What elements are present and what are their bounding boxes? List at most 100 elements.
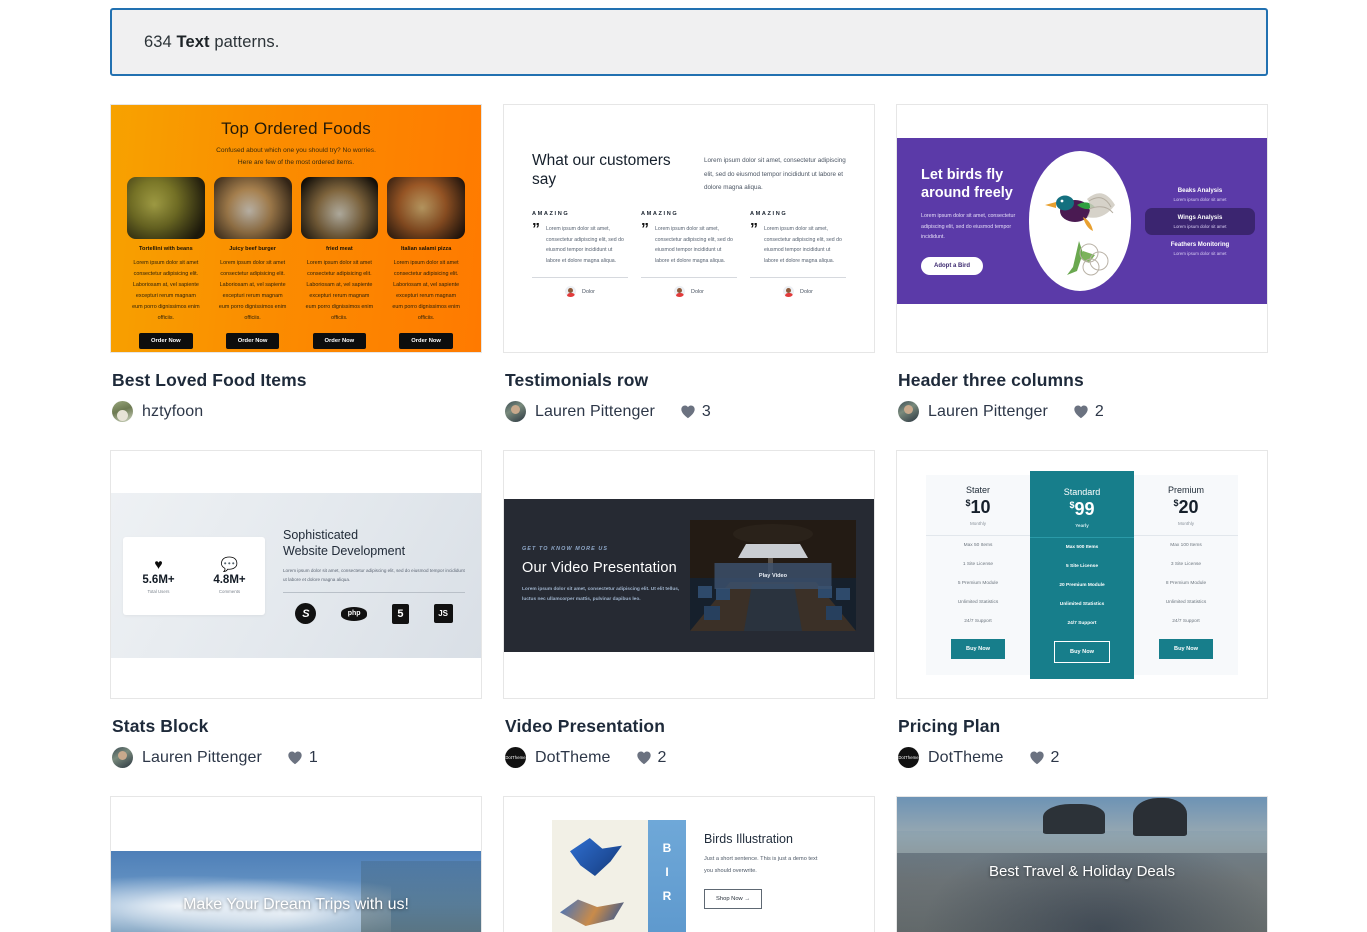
- pattern-title[interactable]: Testimonials row: [505, 370, 875, 391]
- sass-icon: S: [295, 603, 317, 625]
- avatar: [112, 747, 133, 768]
- pattern-thumbnail-food[interactable]: Top Ordered Foods Confused about which o…: [110, 104, 482, 353]
- like-group[interactable]: 1: [287, 749, 318, 767]
- buy-now-button[interactable]: Buy Now: [1054, 640, 1110, 663]
- pattern-byline: hztyfoon: [112, 401, 482, 422]
- video-preview: GET TO KNOW MORE US Our Video Presentati…: [504, 499, 874, 652]
- pattern-title[interactable]: Best Loved Food Items: [112, 370, 482, 391]
- pattern-thumbnail-bird-header[interactable]: Let birds fly around freely Lorem ipsum …: [896, 104, 1268, 353]
- pattern-author[interactable]: DotTheme: [928, 749, 1004, 767]
- plan-name: Stater: [965, 484, 990, 495]
- results-count-number: 634: [144, 32, 172, 51]
- results-count-banner: 634 Text patterns.: [110, 8, 1268, 76]
- plan-price: $99: [1030, 500, 1134, 518]
- pattern-author[interactable]: Lauren Pittenger: [142, 749, 262, 767]
- pattern-directory-page: 634 Text patterns. Top Ordered Foods Con…: [0, 0, 1367, 932]
- like-group[interactable]: 2: [1073, 403, 1104, 421]
- pricing-plan-premium: Premium $20 Monthly Max 100 Items 3 Site…: [1134, 474, 1238, 675]
- like-count: 2: [657, 748, 667, 766]
- buy-now-button[interactable]: Buy Now: [1159, 638, 1213, 659]
- bird-body: Lorem ipsum dolor sit amet, consectetur …: [921, 213, 1016, 241]
- food-preview: Top Ordered Foods Confused about which o…: [111, 105, 481, 352]
- video-body: Lorem ipsum dolor sit amet, consectetur …: [522, 586, 680, 602]
- food-image: [387, 177, 465, 240]
- pattern-thumbnail-testimonials[interactable]: What our customers say Lorem ipsum dolor…: [503, 104, 875, 353]
- pattern-cell: Top Ordered Foods Confused about which o…: [110, 104, 482, 450]
- quote-icon: ”: [750, 220, 758, 238]
- pricing-preview: Stater $10 Monthly Max 50 Items 1 Site L…: [897, 451, 1267, 698]
- pattern-author[interactable]: DotTheme: [535, 749, 611, 767]
- like-group[interactable]: 2: [1029, 749, 1059, 767]
- like-count: 2: [1094, 402, 1104, 420]
- rock-decoration: [1043, 804, 1105, 834]
- adopt-a-bird-button[interactable]: Adopt a Bird: [921, 257, 983, 276]
- pattern-title[interactable]: Video Presentation: [505, 716, 875, 737]
- pattern-title[interactable]: Pricing Plan: [898, 716, 1268, 737]
- pattern-cell: What our customers say Lorem ipsum dolor…: [503, 104, 875, 450]
- plan-feature: 24/7 Support: [1172, 618, 1200, 624]
- like-count: 1: [308, 748, 318, 766]
- letter-b: B: [662, 841, 672, 855]
- like-group[interactable]: 3: [680, 403, 711, 421]
- bird-feature-sub: Lorem ipsum dolor sit amet: [1173, 250, 1227, 256]
- pattern-title[interactable]: Header three columns: [898, 370, 1268, 391]
- plan-price: $10: [926, 498, 1030, 516]
- order-now-button[interactable]: Order Now: [312, 332, 367, 349]
- testimonials-heading: What our customers say: [532, 152, 671, 189]
- video-kicker: GET TO KNOW MORE US: [522, 545, 609, 552]
- rock-decoration: [1133, 798, 1187, 836]
- play-video-button[interactable]: Play Video: [714, 562, 832, 589]
- bird-feature-sub: Lorem ipsum dolor sit amet: [1173, 223, 1227, 229]
- food-item-body: Lorem ipsum dolor sit amet consectetur a…: [305, 260, 374, 322]
- bird-feature[interactable]: Feathers Monitoring Lorem ipsum dolor si…: [1145, 235, 1255, 262]
- bird-feature-highlighted[interactable]: Wings Analysis Lorem ipsum dolor sit ame…: [1145, 207, 1255, 235]
- testimonial-quote: ” Lorem ipsum dolor sit amet, consectetu…: [641, 220, 737, 268]
- testimonial-body: Lorem ipsum dolor sit amet, consectetur …: [546, 225, 624, 265]
- testimonial-label: AMAZING: [641, 210, 679, 217]
- pattern-thumbnail-pricing[interactable]: Stater $10 Monthly Max 50 Items 1 Site L…: [896, 450, 1268, 699]
- birds-body: Just a short sentence. This is just a de…: [704, 856, 818, 874]
- testimonial-author-name: Dolor: [582, 288, 595, 295]
- results-count-suffix: patterns.: [209, 32, 280, 51]
- stats-body: Lorem ipsum dolor sit amet, consectetur …: [283, 568, 465, 583]
- pattern-grid: Top Ordered Foods Confused about which o…: [110, 104, 1271, 932]
- heart-icon: [288, 751, 302, 765]
- testimonials-columns: AMAZING ” Lorem ipsum dolor sit amet, co…: [532, 211, 846, 298]
- travel-preview: Best Travel & Holiday Deals: [897, 797, 1267, 932]
- order-now-button[interactable]: Order Now: [399, 332, 453, 349]
- dottheme-logo: DotTheme: [898, 755, 919, 760]
- quote-icon: ”: [641, 220, 649, 238]
- pattern-author[interactable]: Lauren Pittenger: [928, 403, 1048, 421]
- like-group[interactable]: 2: [636, 748, 667, 767]
- pattern-byline: Lauren Pittenger 1: [112, 747, 482, 768]
- avatar: [783, 286, 795, 298]
- avatar: [112, 401, 133, 422]
- php-icon: php: [341, 606, 368, 621]
- plan-period: Monthly: [1177, 520, 1195, 526]
- pattern-thumbnail-birds-illustration[interactable]: B I R Birds Illustration Just a short se…: [503, 796, 875, 932]
- pattern-thumbnail-video[interactable]: GET TO KNOW MORE US Our Video Presentati…: [503, 450, 875, 699]
- pattern-title[interactable]: Stats Block: [112, 716, 482, 737]
- bird-feature[interactable]: Beaks Analysis Lorem ipsum dolor sit ame…: [1145, 181, 1255, 208]
- order-now-button[interactable]: Order Now: [225, 332, 280, 349]
- pattern-meta: Testimonials row Lauren Pittenger 3: [503, 353, 875, 450]
- heart-icon: [1029, 751, 1044, 765]
- food-item: Italian salami pizza Lorem ipsum dolor s…: [387, 177, 465, 349]
- buy-now-button[interactable]: Buy Now: [951, 638, 1005, 659]
- bird-text-column: Let birds fly around freely Lorem ipsum …: [897, 167, 1029, 276]
- plan-price: $20: [1134, 498, 1238, 516]
- testimonial-author: Dolor: [750, 286, 846, 298]
- stats-heading: Sophisticated Website Development: [283, 527, 465, 560]
- plan-feature: Max 100 Items: [1170, 542, 1202, 548]
- order-now-button[interactable]: Order Now: [139, 332, 193, 349]
- pattern-meta: Best Loved Food Items hztyfoon: [110, 353, 482, 450]
- food-item-body: Lorem ipsum dolor sit amet consectetur a…: [218, 260, 287, 322]
- pattern-thumbnail-dream-trips[interactable]: Make Your Dream Trips with us!: [110, 796, 482, 932]
- pattern-thumbnail-stats[interactable]: ♥ 5.6M+ Total Users 💬 4.8M+ Comments Sop…: [110, 450, 482, 699]
- testimonials-header: What our customers say Lorem ipsum dolor…: [532, 151, 846, 195]
- pattern-author[interactable]: Lauren Pittenger: [535, 403, 655, 421]
- shop-now-button[interactable]: Shop Now →: [704, 889, 763, 910]
- birds-text-column: Birds Illustration Just a short sentence…: [686, 820, 826, 932]
- pattern-author[interactable]: hztyfoon: [142, 403, 203, 421]
- pattern-thumbnail-travel-deals[interactable]: Best Travel & Holiday Deals: [896, 796, 1268, 932]
